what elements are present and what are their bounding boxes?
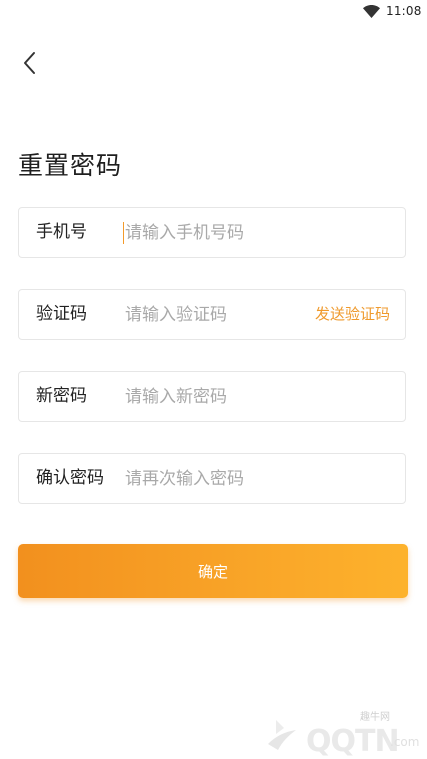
status-bar: 11:08 bbox=[0, 0, 427, 24]
back-button[interactable] bbox=[12, 46, 46, 80]
watermark-site: 趣牛网 bbox=[360, 712, 390, 723]
phone-label: 手机号 bbox=[36, 222, 87, 242]
watermark: 趣牛网 QQTN .com bbox=[262, 708, 422, 759]
chevron-left-icon bbox=[24, 52, 35, 74]
status-time: 11:08 bbox=[386, 4, 422, 18]
confirm-password-field[interactable]: 确认密码 bbox=[18, 453, 406, 504]
page-title: 重置密码 bbox=[18, 151, 123, 180]
wifi-icon bbox=[363, 5, 380, 18]
text-cursor bbox=[123, 222, 124, 244]
confirm-password-label: 确认密码 bbox=[36, 468, 104, 488]
watermark-tld: .com bbox=[390, 735, 420, 749]
confirm-button[interactable]: 确定 bbox=[18, 544, 408, 598]
phone-field[interactable]: 手机号 bbox=[18, 207, 406, 258]
code-label: 验证码 bbox=[36, 304, 87, 324]
phone-input[interactable] bbox=[125, 208, 395, 257]
new-password-input[interactable] bbox=[125, 372, 395, 421]
code-input[interactable] bbox=[125, 290, 305, 339]
watermark-brand: QQTN bbox=[306, 724, 400, 759]
code-field[interactable]: 验证码 发送验证码 bbox=[18, 289, 406, 340]
confirm-password-input[interactable] bbox=[125, 454, 395, 503]
new-password-field[interactable]: 新密码 bbox=[18, 371, 406, 422]
new-password-label: 新密码 bbox=[36, 386, 87, 406]
watermark-logo-icon bbox=[268, 720, 296, 750]
send-code-button[interactable]: 发送验证码 bbox=[315, 290, 390, 339]
